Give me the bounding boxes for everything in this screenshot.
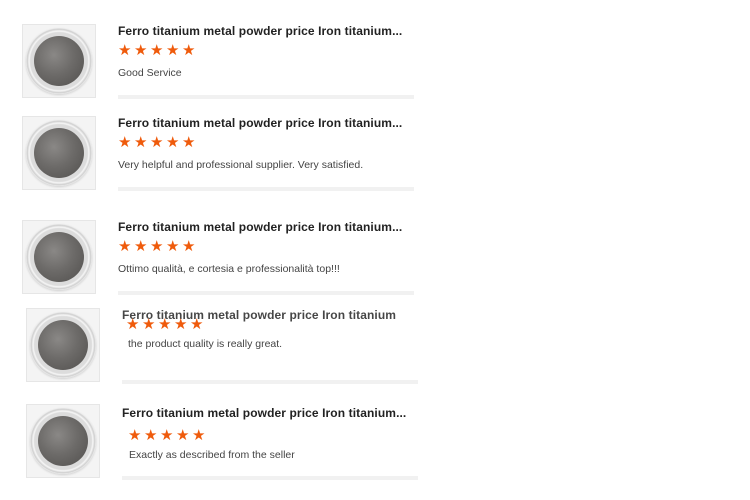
star-icon: ★ <box>166 133 180 151</box>
star-icon: ★ <box>118 237 132 255</box>
product-title[interactable]: Ferro titanium metal powder price Iron t… <box>118 24 402 38</box>
powder-sample <box>34 232 84 282</box>
powder-dish-image <box>30 408 96 474</box>
review-comment: Ottimo qualità, e cortesia e professiona… <box>118 263 340 275</box>
star-icon: ★ <box>150 41 164 59</box>
powder-sample <box>34 36 84 86</box>
review-comment: the product quality is really great. <box>128 338 283 350</box>
rating-stars: ★ ★ ★ ★ ★ <box>126 315 204 333</box>
star-icon: ★ <box>142 315 156 333</box>
star-icon: ★ <box>160 426 174 444</box>
powder-sample <box>38 320 88 370</box>
star-icon: ★ <box>182 237 196 255</box>
review-card: Ferro titanium metal powder price Iron t… <box>22 220 422 300</box>
rating-stars: ★ ★ ★ ★ ★ <box>128 426 206 444</box>
star-icon: ★ <box>150 133 164 151</box>
star-icon: ★ <box>166 41 180 59</box>
product-title[interactable]: Ferro titanium metal powder price Iron t… <box>122 406 406 420</box>
star-icon: ★ <box>174 315 188 333</box>
star-icon: ★ <box>176 426 190 444</box>
divider <box>122 476 418 480</box>
powder-sample <box>34 128 84 178</box>
rating-stars: ★ ★ ★ ★ ★ <box>118 133 196 151</box>
powder-dish-image <box>30 312 96 378</box>
product-thumbnail[interactable] <box>22 116 96 190</box>
divider <box>118 95 414 99</box>
star-icon: ★ <box>118 133 132 151</box>
star-icon: ★ <box>182 133 196 151</box>
star-icon: ★ <box>182 41 196 59</box>
review-card: Ferro titanium metal powder price Iron t… <box>26 308 426 388</box>
star-icon: ★ <box>128 426 142 444</box>
review-card: Ferro titanium metal powder price Iron t… <box>26 404 426 484</box>
star-icon: ★ <box>134 133 148 151</box>
star-icon: ★ <box>134 41 148 59</box>
divider <box>122 380 418 384</box>
powder-dish-image <box>26 28 92 94</box>
powder-dish-image <box>26 224 92 290</box>
star-icon: ★ <box>144 426 158 444</box>
star-icon: ★ <box>166 237 180 255</box>
review-card: Ferro titanium metal powder price Iron t… <box>22 116 422 196</box>
review-comment: Exactly as described from the seller <box>129 449 295 461</box>
star-icon: ★ <box>134 237 148 255</box>
star-icon: ★ <box>190 315 204 333</box>
product-thumbnail[interactable] <box>26 404 100 478</box>
product-thumbnail[interactable] <box>22 24 96 98</box>
star-icon: ★ <box>150 237 164 255</box>
rating-stars: ★ ★ ★ ★ ★ <box>118 237 196 255</box>
star-icon: ★ <box>118 41 132 59</box>
powder-sample <box>38 416 88 466</box>
product-title[interactable]: Ferro titanium metal powder price Iron t… <box>118 116 402 130</box>
star-icon: ★ <box>192 426 206 444</box>
divider <box>118 291 414 295</box>
powder-dish-image <box>26 120 92 186</box>
product-title[interactable]: Ferro titanium metal powder price Iron t… <box>118 220 402 234</box>
review-comment: Very helpful and professional supplier. … <box>118 159 364 171</box>
divider <box>118 187 414 191</box>
star-icon: ★ <box>158 315 172 333</box>
star-icon: ★ <box>126 315 140 333</box>
product-thumbnail[interactable] <box>22 220 96 294</box>
review-card: Ferro titanium metal powder price Iron t… <box>22 24 422 104</box>
product-thumbnail[interactable] <box>26 308 100 382</box>
review-comment: Good Service <box>118 67 182 79</box>
rating-stars: ★ ★ ★ ★ ★ <box>118 41 196 59</box>
